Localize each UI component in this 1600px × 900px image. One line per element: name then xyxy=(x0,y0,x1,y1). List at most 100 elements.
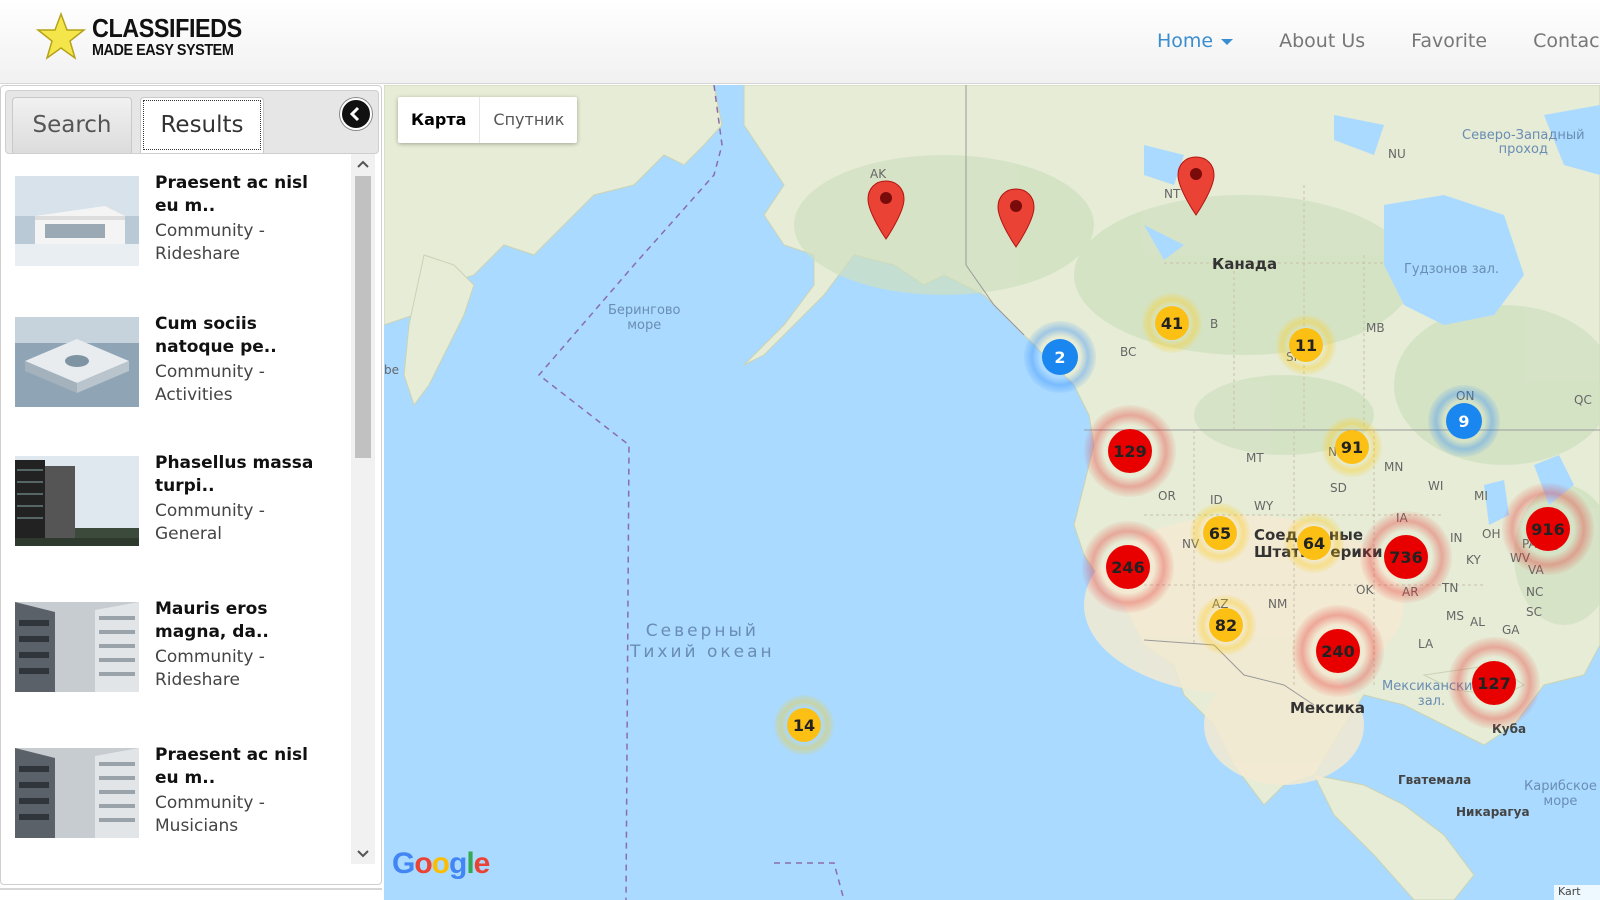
map-label-qc: QC xyxy=(1574,393,1592,407)
cluster-count: 91 xyxy=(1335,430,1369,464)
listing-category: Community - Musicians xyxy=(155,793,265,836)
nav-contact[interactable]: Contac xyxy=(1533,30,1599,52)
scroll-thumb[interactable] xyxy=(355,176,371,458)
collapse-sidebar-button[interactable] xyxy=(340,98,372,130)
chevron-down-icon xyxy=(357,850,369,858)
list-item[interactable]: Mauris eros magna, da.. Community - Ride… xyxy=(15,598,335,718)
cluster-count: 916 xyxy=(1526,507,1570,551)
map-pin-marker-icon[interactable] xyxy=(996,187,1036,249)
map-cluster[interactable]: 9 xyxy=(1428,385,1500,457)
tab-search[interactable]: Search xyxy=(12,97,132,153)
site-logo[interactable]: CLASSIFIEDS MADE EASY SYSTEM xyxy=(36,12,258,62)
map-cluster[interactable]: 246 xyxy=(1082,521,1174,613)
list-item[interactable]: Cum sociis natoque pe.. Community - Acti… xyxy=(15,313,335,433)
map-cluster[interactable]: 2 xyxy=(1024,321,1096,393)
list-item[interactable]: Praesent ac nisl eu m.. Community - Musi… xyxy=(15,744,335,864)
cluster-count: 41 xyxy=(1155,306,1189,340)
map-label-bc: BC xyxy=(1120,345,1137,359)
scroll-down-button[interactable] xyxy=(351,844,375,864)
star-logo-icon xyxy=(36,12,86,60)
listing-thumbnail[interactable] xyxy=(15,456,139,546)
map-label-guatemala: Гватемала xyxy=(1398,773,1472,787)
map-label-caribbean: Карибское море xyxy=(1524,779,1597,809)
map-cluster[interactable]: 41 xyxy=(1142,293,1202,353)
map-label-pacific: Северный Тихий океан xyxy=(630,621,775,662)
map-label-la: LA xyxy=(1418,637,1434,651)
listing-thumbnail[interactable] xyxy=(15,317,139,407)
listing-title[interactable]: Praesent ac nisl eu m.. xyxy=(155,172,335,218)
map-label-in: IN xyxy=(1450,531,1463,545)
nav-home[interactable]: Home xyxy=(1157,30,1234,52)
cluster-count: 14 xyxy=(787,708,821,742)
map-label-mt: MT xyxy=(1246,451,1264,465)
map-cluster[interactable]: 240 xyxy=(1292,605,1384,697)
listing-thumbnail[interactable] xyxy=(15,748,139,838)
map-label-wi: WI xyxy=(1428,479,1444,493)
results-sidebar: Search Results Praesent ac nisl eu m.. C… xyxy=(0,85,382,885)
cluster-count: 129 xyxy=(1108,429,1152,473)
chevron-up-icon xyxy=(357,160,369,168)
cluster-count: 9 xyxy=(1446,403,1482,439)
listing-category: Community - Rideshare xyxy=(155,221,265,264)
map-label-al: AL xyxy=(1470,615,1485,629)
listing-thumbnail[interactable] xyxy=(15,176,139,266)
google-logo[interactable]: Google xyxy=(392,847,490,881)
map-label-nu: NU xyxy=(1388,147,1406,161)
map-label-mb: MB xyxy=(1366,321,1385,335)
cluster-count: 65 xyxy=(1203,516,1237,550)
map-label-wy: WY xyxy=(1254,499,1274,513)
map-label-tn: TN xyxy=(1442,581,1459,595)
main-nav: Home About Us Favorite Contac xyxy=(1157,30,1600,52)
map-label-northwest-passage: Северо-Западный проход xyxy=(1462,128,1585,157)
cluster-count: 11 xyxy=(1289,328,1323,362)
map-label-be: be xyxy=(384,363,399,377)
map-label-nicaragua: Никарагуа xyxy=(1456,805,1530,819)
map-pin-marker-icon[interactable] xyxy=(1176,155,1216,217)
listing-title[interactable]: Praesent ac nisl eu m.. xyxy=(155,744,335,790)
map-type-satellite-button[interactable]: Спутник xyxy=(480,97,577,143)
map-label-b: B xyxy=(1210,317,1219,331)
list-item[interactable]: Phasellus massa turpi.. Community - Gene… xyxy=(15,452,335,572)
nav-favorite[interactable]: Favorite xyxy=(1411,30,1487,52)
results-list: Praesent ac nisl eu m.. Community - Ride… xyxy=(5,158,345,876)
cluster-count: 246 xyxy=(1106,545,1150,589)
map-label-nm: NM xyxy=(1268,597,1288,611)
map-label-sd: SD xyxy=(1330,481,1347,495)
chevron-down-icon xyxy=(1221,38,1234,45)
map-cluster[interactable]: 127 xyxy=(1448,637,1540,729)
map-label-ga: GA xyxy=(1502,623,1520,637)
map-pin-marker-icon[interactable] xyxy=(866,179,906,241)
map-cluster[interactable]: 65 xyxy=(1190,503,1250,563)
list-item[interactable]: Praesent ac nisl eu m.. Community - Ride… xyxy=(15,172,335,292)
listing-title[interactable]: Phasellus massa turpi.. xyxy=(155,452,335,498)
map-cluster[interactable]: 91 xyxy=(1322,417,1382,477)
map-cluster[interactable]: 916 xyxy=(1502,483,1594,575)
scroll-up-button[interactable] xyxy=(351,154,375,174)
map-cluster[interactable]: 736 xyxy=(1360,511,1452,603)
listing-category: Community - Activities xyxy=(155,362,265,405)
sidebar-tabbar: Search Results xyxy=(5,90,379,154)
cluster-count: 736 xyxy=(1384,535,1428,579)
map-label-oh: OH xyxy=(1482,527,1501,541)
listing-title[interactable]: Mauris eros magna, da.. xyxy=(155,598,335,644)
map-cluster[interactable]: 82 xyxy=(1196,595,1256,655)
cluster-count: 240 xyxy=(1316,629,1360,673)
map-cluster[interactable]: 14 xyxy=(774,695,834,755)
map-cluster[interactable]: 129 xyxy=(1084,405,1176,497)
map-label-nc: NC xyxy=(1526,585,1544,599)
map-label-sc: SC xyxy=(1526,605,1542,619)
map-type-map-button[interactable]: Карта xyxy=(398,97,479,143)
map-type-control: Карта Спутник xyxy=(398,97,578,143)
results-scrollbar[interactable] xyxy=(351,154,375,864)
listing-thumbnail[interactable] xyxy=(15,602,139,692)
sidebar-divider xyxy=(0,888,382,890)
listing-title[interactable]: Cum sociis natoque pe.. xyxy=(155,313,335,359)
tab-results[interactable]: Results xyxy=(140,97,264,153)
logo-subtitle: MADE EASY SYSTEM xyxy=(92,42,234,59)
map-view[interactable]: Карта Спутник Канада Мексика Соед ные Шт… xyxy=(384,85,1600,900)
nav-about-us[interactable]: About Us xyxy=(1279,30,1365,52)
map-cluster[interactable]: 64 xyxy=(1284,513,1344,573)
map-cluster[interactable]: 11 xyxy=(1276,315,1336,375)
header: CLASSIFIEDS MADE EASY SYSTEM Home About … xyxy=(0,0,1600,84)
map-terms-link[interactable]: Kart xyxy=(1554,885,1600,900)
